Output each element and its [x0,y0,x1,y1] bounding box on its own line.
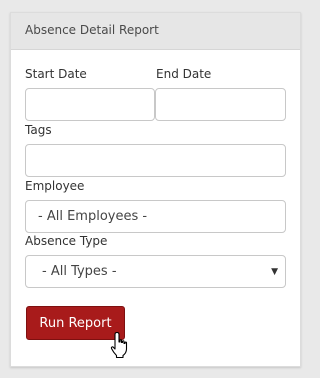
employee-select[interactable]: - All Employees - [25,200,286,233]
absence-type-select[interactable]: - All Types - ▼ [25,255,286,288]
start-date-input[interactable] [25,88,155,121]
absence-type-label: Absence Type [25,234,108,248]
absence-detail-report-panel: Absence Detail Report Start Date End Dat… [10,12,301,367]
panel-title: Absence Detail Report [25,23,159,37]
tags-label: Tags [25,123,52,137]
end-date-label: End Date [156,67,212,81]
tags-input[interactable] [25,144,286,177]
employee-label: Employee [25,179,85,193]
employee-selected-value: - All Employees - [38,209,148,224]
hand-pointer-icon [110,331,128,359]
panel-header: Absence Detail Report [11,13,300,50]
start-date-label: Start Date [25,67,87,81]
absence-type-selected-value: - All Types - [42,264,117,279]
chevron-down-icon: ▼ [271,266,278,277]
end-date-input[interactable] [155,88,286,121]
